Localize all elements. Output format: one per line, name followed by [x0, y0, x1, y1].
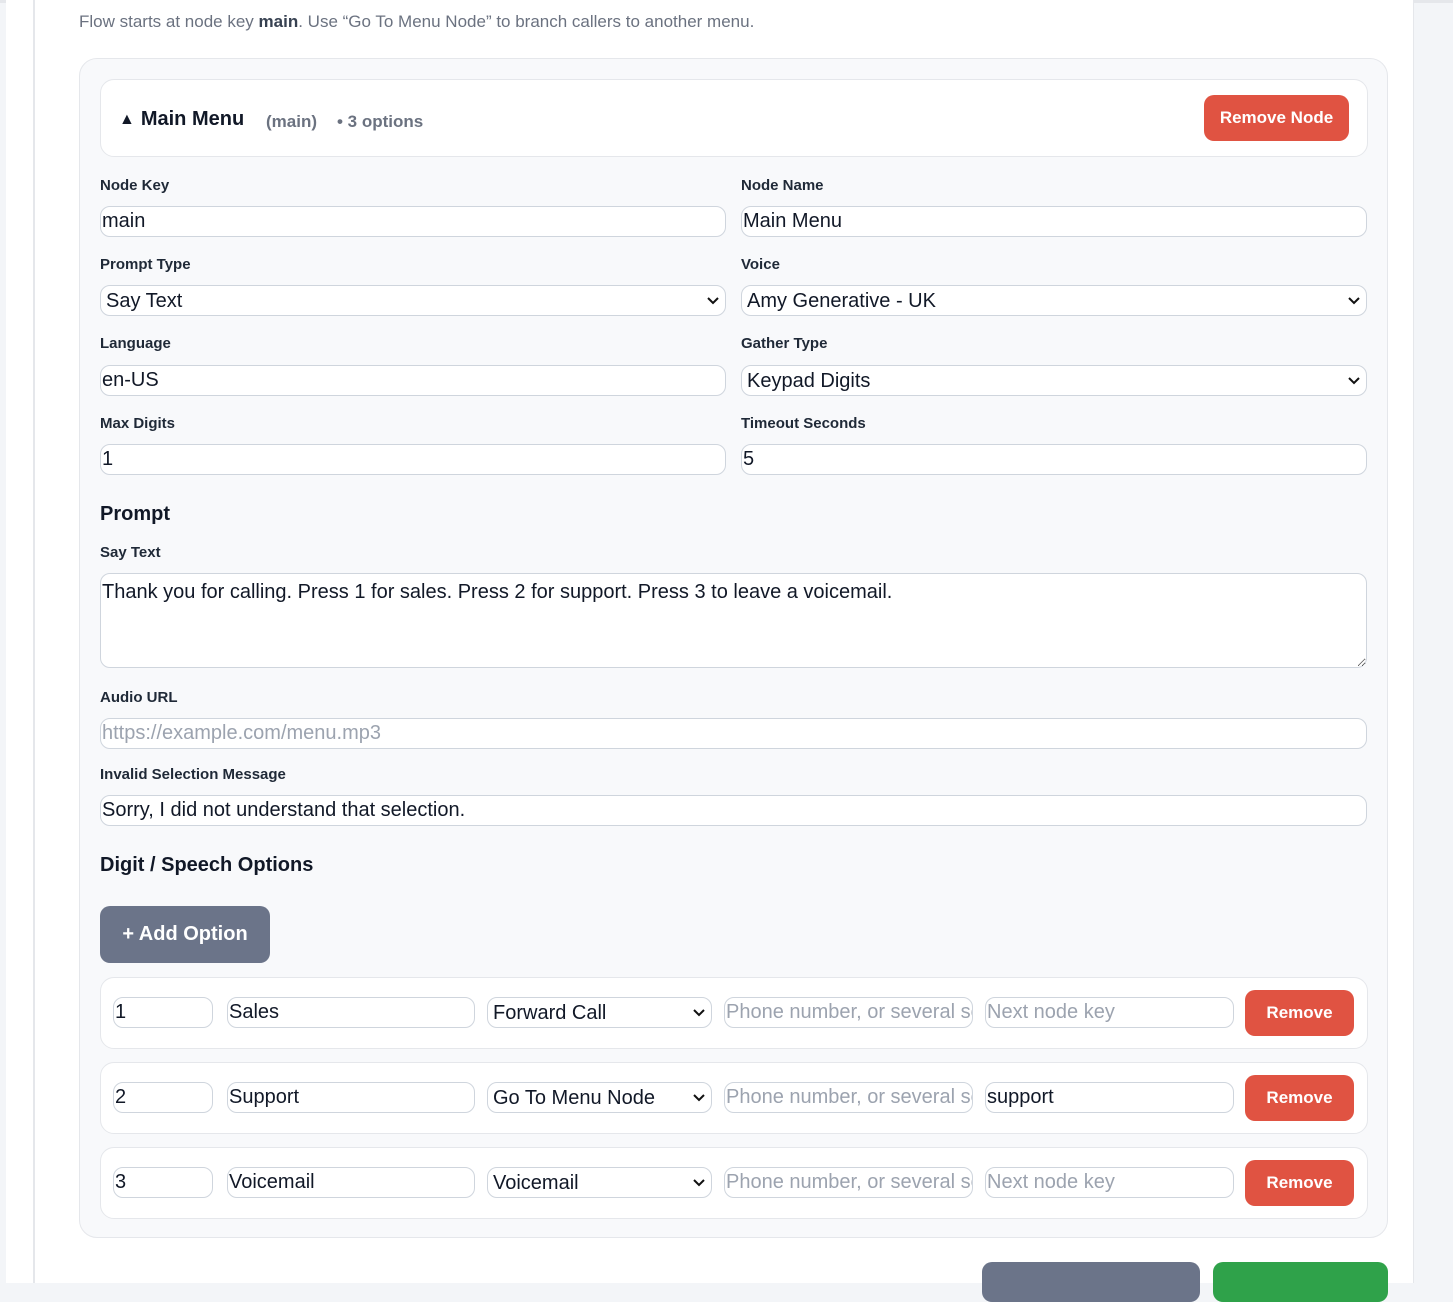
menu-node-card: ▲ Main Menu (main) • 3 options Remove No… — [79, 58, 1388, 1238]
option-phone-input[interactable] — [724, 1167, 973, 1198]
option-next-node-input[interactable] — [985, 1167, 1234, 1198]
timeout-seconds-label: Timeout Seconds — [741, 415, 866, 432]
timeout-seconds-input[interactable] — [741, 444, 1367, 475]
flow-intro-text: Flow starts at node key main. Use “Go To… — [79, 12, 755, 31]
voice-select-wrap[interactable]: Amy Generative - UK — [741, 285, 1367, 316]
prompt-type-select-wrap[interactable]: Say Text — [100, 285, 726, 316]
invalid-message-label: Invalid Selection Message — [100, 766, 286, 783]
options-heading: Digit / Speech Options — [100, 854, 314, 876]
secondary-action-button[interactable] — [982, 1262, 1200, 1302]
prompt-heading: Prompt — [100, 503, 170, 525]
audio-url-input[interactable] — [100, 718, 1367, 749]
option-row: Forward Call Remove — [100, 977, 1368, 1049]
add-option-button[interactable]: + Add Option — [100, 906, 270, 963]
option-phone-input[interactable] — [724, 997, 973, 1028]
prompt-type-label: Prompt Type — [100, 256, 191, 273]
remove-option-button[interactable]: Remove — [1245, 1160, 1354, 1206]
option-label-input[interactable] — [227, 1167, 475, 1198]
gather-type-select-wrap[interactable]: Keypad Digits — [741, 365, 1367, 396]
node-name-label: Node Name — [741, 177, 824, 194]
option-digit-input[interactable] — [113, 1167, 213, 1198]
prompt-type-select[interactable]: Say Text — [100, 285, 726, 316]
option-label-input[interactable] — [227, 1082, 475, 1113]
left-panel-edge — [6, 0, 34, 1283]
option-phone-input[interactable] — [724, 1082, 973, 1113]
remove-option-button[interactable]: Remove — [1245, 1075, 1354, 1121]
node-key-input[interactable] — [100, 206, 726, 237]
option-action-select[interactable]: Forward Call — [487, 997, 712, 1028]
voice-label: Voice — [741, 256, 780, 273]
gather-type-select[interactable]: Keypad Digits — [741, 365, 1367, 396]
option-action-select[interactable]: Go To Menu Node — [487, 1082, 712, 1113]
voice-select[interactable]: Amy Generative - UK — [741, 285, 1367, 316]
invalid-message-input[interactable] — [100, 795, 1367, 826]
option-action-select[interactable]: Voicemail — [487, 1167, 712, 1198]
max-digits-label: Max Digits — [100, 415, 176, 432]
language-label: Language — [100, 335, 171, 352]
option-digit-input[interactable] — [113, 997, 213, 1028]
option-next-node-input[interactable] — [985, 997, 1234, 1028]
node-header[interactable]: ▲ Main Menu (main) • 3 options Remove No… — [100, 79, 1368, 157]
option-next-node-input[interactable] — [985, 1082, 1234, 1113]
remove-option-button[interactable]: Remove — [1245, 990, 1354, 1036]
start-node-key: main — [258, 12, 299, 31]
option-count-badge: • 3 options — [337, 112, 424, 131]
say-text-textarea[interactable]: Thank you for calling. Press 1 for sales… — [100, 573, 1367, 668]
node-key-label: Node Key — [100, 177, 170, 194]
node-name-input[interactable] — [741, 206, 1367, 237]
save-button[interactable] — [1213, 1262, 1388, 1302]
node-key-badge: (main) — [266, 112, 317, 131]
option-action-select-wrap[interactable]: Voicemail — [487, 1167, 712, 1198]
option-action-select-wrap[interactable]: Forward Call — [487, 997, 712, 1028]
option-digit-input[interactable] — [113, 1082, 213, 1113]
option-action-select-wrap[interactable]: Go To Menu Node — [487, 1082, 712, 1113]
say-text-label: Say Text — [100, 544, 161, 561]
option-row: Go To Menu Node Remove — [100, 1062, 1368, 1134]
remove-node-button[interactable]: Remove Node — [1204, 95, 1349, 141]
max-digits-input[interactable] — [100, 444, 726, 475]
option-row: Voicemail Remove — [100, 1147, 1368, 1219]
language-input[interactable] — [100, 365, 726, 396]
collapse-triangle-icon[interactable]: ▲ — [119, 111, 135, 129]
option-label-input[interactable] — [227, 997, 475, 1028]
node-title[interactable]: ▲ Main Menu — [119, 108, 244, 131]
gather-type-label: Gather Type — [741, 335, 828, 352]
audio-url-label: Audio URL — [100, 689, 178, 706]
